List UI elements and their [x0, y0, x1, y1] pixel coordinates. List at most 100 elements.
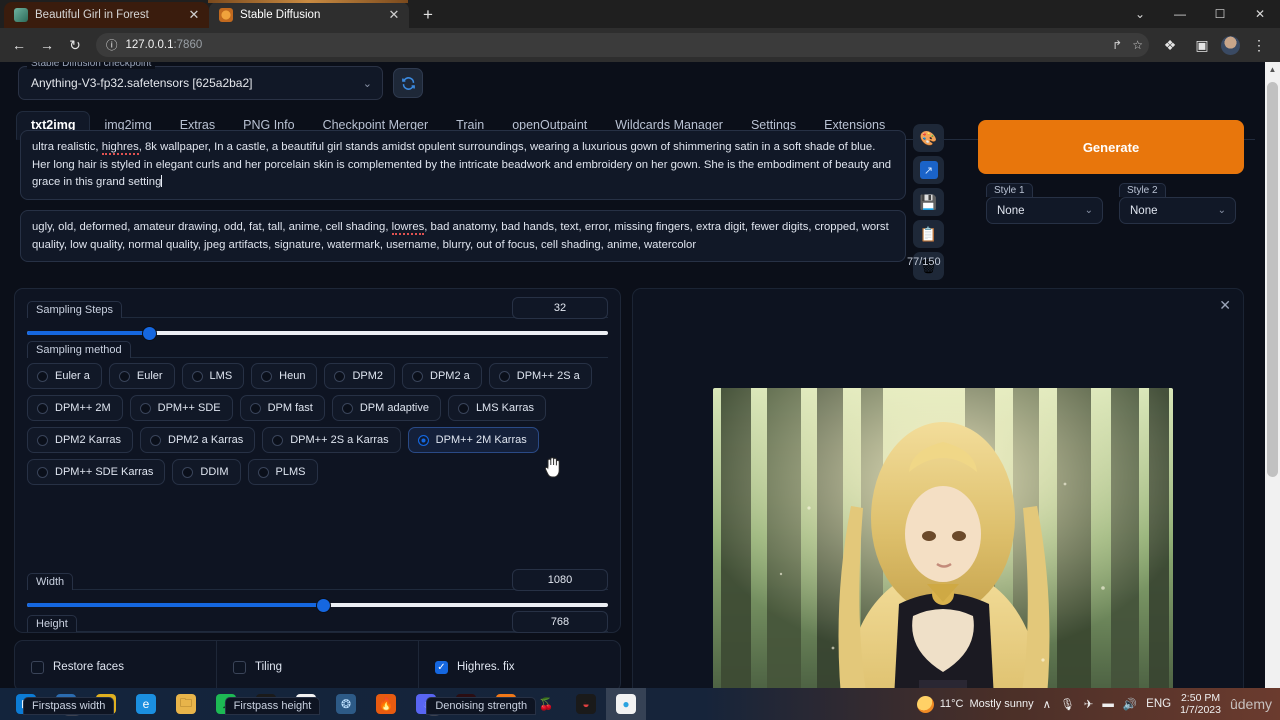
- radio-euler[interactable]: Euler: [108, 363, 175, 389]
- volume-icon[interactable]: 🔊: [1123, 697, 1137, 711]
- browser-tab-1[interactable]: Beautiful Girl in Forest ✕: [4, 2, 209, 28]
- save-style-icon[interactable]: 💾: [913, 188, 944, 216]
- token-counter: 77/150: [907, 256, 941, 268]
- clipboard-icon[interactable]: 📋: [913, 220, 944, 248]
- file-explorer[interactable]: 🗀: [166, 688, 206, 720]
- radio-dpmpp-2s-a-karras[interactable]: DPM++ 2S a Karras: [262, 427, 401, 453]
- file-explorer-icon: 🗀: [176, 694, 196, 714]
- arrow-icon[interactable]: ↗: [913, 156, 944, 184]
- yin-yang-app[interactable]: ◒: [566, 688, 606, 720]
- radio-dpm2[interactable]: DPM2: [324, 363, 396, 389]
- chevron-down-icon[interactable]: ⌄: [363, 77, 372, 90]
- radio-dpmpp-2s-a[interactable]: DPM++ 2S a: [488, 363, 592, 389]
- chrome-menu-icon[interactable]: ⋮: [1246, 32, 1272, 58]
- width-slider[interactable]: [27, 598, 608, 612]
- chevron-down-icon[interactable]: ⌄: [1218, 205, 1226, 216]
- show-hidden-icons-chevron[interactable]: ∧: [1043, 697, 1051, 711]
- checkbox[interactable]: ✓: [435, 660, 448, 674]
- radio-row-1: Euler a Euler LMS Heun DPM2 DPM2 a DPM++…: [27, 363, 608, 389]
- weather-text: Mostly sunny: [969, 698, 1034, 710]
- radio-dpm-adaptive[interactable]: DPM adaptive: [331, 395, 441, 421]
- radio-label: LMS: [209, 370, 233, 382]
- site-info-icon[interactable]: ⓘ: [106, 37, 118, 53]
- weather-widget[interactable]: 11°C Mostly sunny: [916, 695, 1034, 713]
- clock[interactable]: 2:50 PM 1/7/2023: [1180, 692, 1221, 716]
- close-icon[interactable]: ✕: [387, 8, 401, 22]
- microphone-icon[interactable]: 🎙: [1060, 697, 1075, 711]
- restore-faces-option[interactable]: Restore faces: [15, 641, 217, 693]
- side-panel-icon[interactable]: ▣: [1189, 32, 1215, 58]
- style-apply-icon[interactable]: 🎨: [913, 124, 944, 152]
- webui-content: Stable Diffusion checkpoint Anything-V3-…: [0, 62, 1265, 720]
- generate-button[interactable]: Generate: [978, 120, 1244, 174]
- width-value[interactable]: 1080: [512, 569, 608, 591]
- network-icon[interactable]: ✈: [1084, 697, 1094, 711]
- chevron-down-icon[interactable]: ⌄: [1085, 205, 1093, 216]
- tab-search-icon[interactable]: ⌄: [1120, 0, 1160, 28]
- address-bar[interactable]: ⓘ 127.0.0.1:7860 ↱ ☆: [96, 33, 1149, 57]
- sampling-steps-value[interactable]: 32: [512, 297, 608, 319]
- chrome-active-app[interactable]: ●: [606, 688, 646, 720]
- close-window-button[interactable]: ✕: [1240, 0, 1280, 28]
- height-value[interactable]: 768: [512, 611, 608, 633]
- radio-dpmpp-sde[interactable]: DPM++ SDE: [129, 395, 233, 421]
- radio-dot: [37, 434, 48, 446]
- close-preview-icon[interactable]: ✕: [1219, 297, 1231, 314]
- negative-prompt-input[interactable]: ugly, old, deformed, amateur drawing, od…: [20, 210, 906, 262]
- firefox-browser[interactable]: 🔥: [366, 688, 406, 720]
- radio-lms-karras[interactable]: LMS Karras: [447, 395, 547, 421]
- style-1-select[interactable]: None ⌄: [986, 197, 1103, 224]
- slider-knob[interactable]: [143, 326, 156, 340]
- steam-app[interactable]: ❂: [326, 688, 366, 720]
- radio-dot: [150, 434, 162, 446]
- share-icon[interactable]: ↱: [1112, 38, 1122, 52]
- page-scrollbar[interactable]: ▲ ▼: [1265, 62, 1280, 720]
- radio-dpm-fast[interactable]: DPM fast: [239, 395, 325, 421]
- checkpoint-dropdown[interactable]: Stable Diffusion checkpoint Anything-V3-…: [18, 62, 383, 100]
- battery-icon[interactable]: ▬: [1102, 698, 1114, 710]
- edge-browser[interactable]: e: [126, 688, 166, 720]
- minimize-button[interactable]: —: [1160, 0, 1200, 28]
- edge-browser-icon: e: [136, 694, 156, 714]
- checkbox[interactable]: [31, 660, 44, 674]
- slider-knob[interactable]: [317, 598, 331, 612]
- radio-dot: [118, 370, 130, 382]
- highres-fix-option[interactable]: ✓ Highres. fix: [419, 641, 620, 693]
- scrollbar-thumb[interactable]: [1267, 82, 1278, 477]
- radio-dpm2-karras[interactable]: DPM2 Karras: [27, 427, 134, 453]
- radio-heun[interactable]: Heun: [251, 363, 318, 389]
- reload-icon[interactable]: ↻: [62, 32, 88, 58]
- close-icon[interactable]: ✕: [187, 8, 201, 22]
- forward-icon[interactable]: →: [34, 32, 60, 58]
- radio-dpm2-a-karras[interactable]: DPM2 a Karras: [140, 427, 256, 453]
- bookmark-star-icon[interactable]: ☆: [1132, 38, 1143, 52]
- tab-strip: Beautiful Girl in Forest ✕ Stable Diffus…: [0, 0, 1280, 28]
- extensions-puzzle-icon[interactable]: ❖: [1157, 32, 1183, 58]
- sampling-steps-slider[interactable]: [27, 326, 608, 340]
- style-2-group: Style 2 None ⌄: [1119, 180, 1236, 224]
- back-icon[interactable]: ←: [6, 32, 32, 58]
- refresh-checkpoints-button[interactable]: [393, 68, 423, 98]
- radio-dpmpp-2m-karras[interactable]: DPM++ 2M Karras: [407, 427, 539, 453]
- window-controls: ⌄ — ☐ ✕: [1120, 0, 1280, 28]
- radio-dpmpp-sde-karras[interactable]: DPM++ SDE Karras: [27, 459, 166, 485]
- browser-tab-2[interactable]: Stable Diffusion ✕: [209, 2, 409, 28]
- generated-image[interactable]: [713, 388, 1173, 718]
- radio-euler-a[interactable]: Euler a: [27, 363, 102, 389]
- radio-dpm2-a[interactable]: DPM2 a: [402, 363, 482, 389]
- avatar[interactable]: [1221, 35, 1240, 55]
- new-tab-button[interactable]: +: [415, 2, 441, 28]
- radio-dot: [139, 402, 151, 414]
- maximize-button[interactable]: ☐: [1200, 0, 1240, 28]
- style-1-label: Style 1: [986, 183, 1033, 197]
- radio-ddim[interactable]: DDIM: [172, 459, 241, 485]
- radio-lms[interactable]: LMS: [181, 363, 245, 389]
- language-indicator[interactable]: ENG: [1146, 698, 1171, 710]
- radio-dpmpp-2m[interactable]: DPM++ 2M: [27, 395, 123, 421]
- scroll-up-icon[interactable]: ▲: [1265, 62, 1280, 78]
- style-2-select[interactable]: None ⌄: [1119, 197, 1236, 224]
- prompt-input[interactable]: ultra realistic, highres, 8k wallpaper, …: [20, 130, 906, 200]
- checkbox[interactable]: [233, 660, 246, 674]
- tiling-option[interactable]: Tiling: [217, 641, 419, 693]
- radio-plms[interactable]: PLMS: [247, 459, 318, 485]
